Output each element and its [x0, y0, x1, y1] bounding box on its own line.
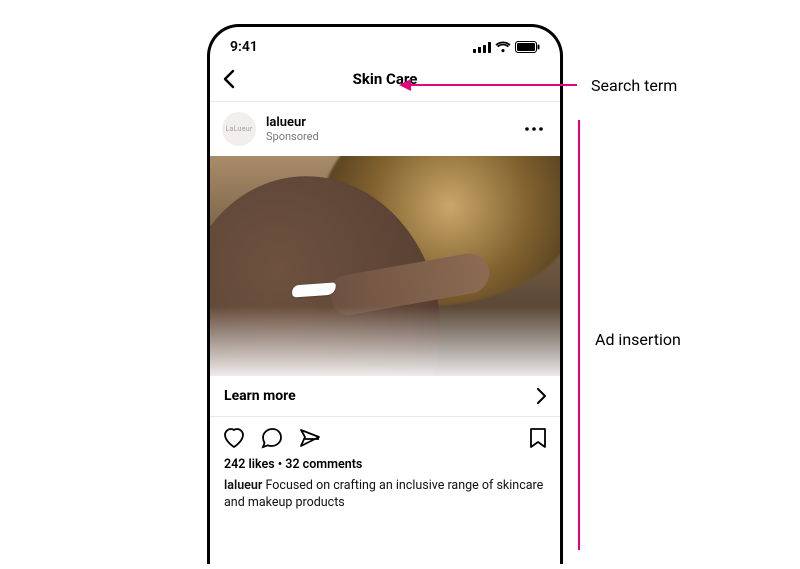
annotation-search-term: Search term [591, 76, 677, 95]
more-horizontal-icon [524, 126, 544, 132]
caption-text: Focused on crafting an inclusive range o… [224, 478, 543, 510]
action-row [210, 417, 560, 455]
cta-label: Learn more [224, 388, 296, 404]
post-username: lalueur [266, 115, 510, 130]
status-bar: 9:41 [210, 27, 560, 61]
annotation-arrow [401, 84, 577, 86]
avatar[interactable]: LaLueur [222, 112, 256, 146]
back-button[interactable] [222, 69, 236, 89]
send-icon [298, 427, 322, 449]
share-button[interactable] [298, 427, 322, 449]
annotation-vertical-line [578, 120, 580, 550]
cta-button[interactable]: Learn more [210, 376, 560, 417]
like-button[interactable] [222, 427, 246, 449]
comment-button[interactable] [260, 427, 284, 449]
nav-bar: Skin Care [210, 61, 560, 102]
sponsored-label: Sponsored [266, 130, 510, 143]
chevron-right-icon [536, 388, 546, 404]
more-options-button[interactable] [520, 126, 548, 132]
battery-icon [515, 41, 540, 53]
save-button[interactable] [528, 427, 548, 449]
post-user-block[interactable]: lalueur Sponsored [266, 115, 510, 143]
cellular-icon [473, 42, 491, 53]
comment-icon [260, 427, 284, 449]
status-indicators [473, 41, 540, 53]
phone-frame: 9:41 Skin Care LaLueur lalueur Sponsored… [207, 24, 563, 564]
wifi-icon [495, 41, 511, 53]
bookmark-icon [528, 427, 548, 449]
caption-username[interactable]: lalueur [224, 478, 262, 493]
heart-icon [222, 427, 246, 449]
post-caption: lalueur Focused on crafting an inclusive… [210, 474, 560, 522]
annotation-ad-insertion: Ad insertion [595, 330, 681, 349]
likes-comments[interactable]: 242 likes • 32 comments [210, 455, 560, 474]
post-header: LaLueur lalueur Sponsored [210, 102, 560, 156]
post-image[interactable] [210, 156, 560, 376]
status-time: 9:41 [230, 39, 258, 55]
chevron-left-icon [222, 69, 236, 89]
